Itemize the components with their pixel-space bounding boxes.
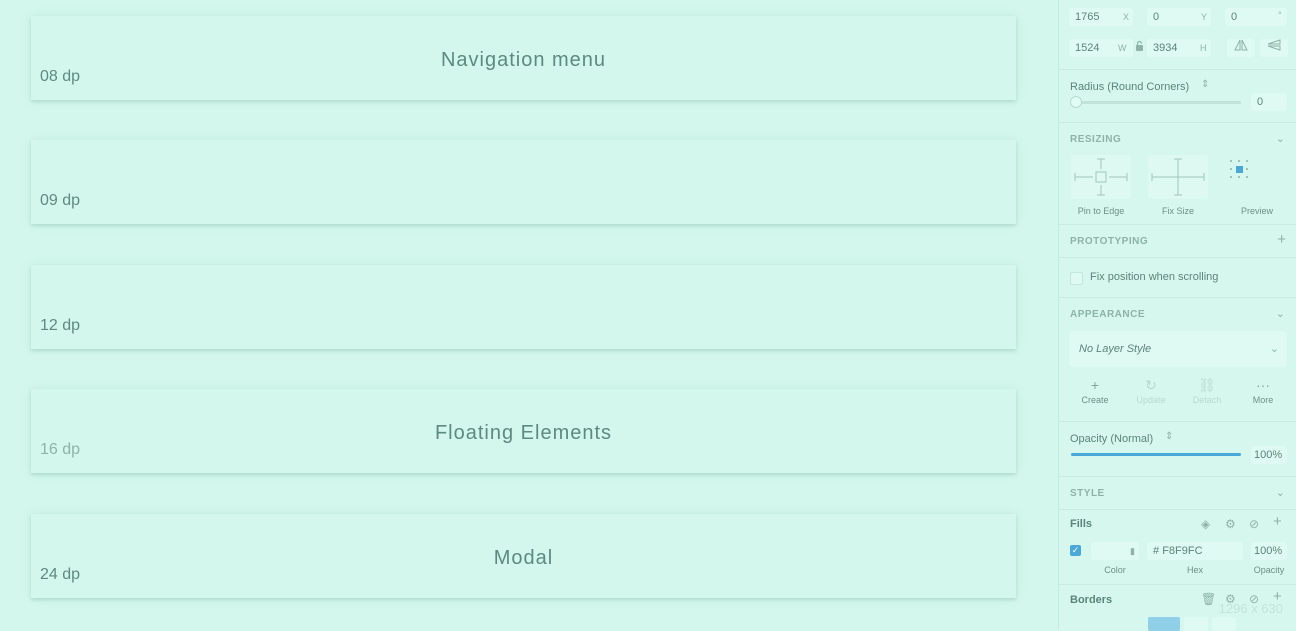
borders-label: Borders xyxy=(1070,594,1113,606)
add-prototyping-icon[interactable]: + xyxy=(1277,231,1286,248)
elevation-card-8dp[interactable]: Navigation menu 08 dp xyxy=(31,16,1016,100)
update-style-button[interactable]: ↻ Update xyxy=(1127,377,1175,405)
layers-icon[interactable]: ◈ xyxy=(1201,517,1210,531)
artboard-canvas[interactable]: Navigation menu 08 dp 09 dp 12 dp Floati… xyxy=(0,0,1058,630)
card-elevation-label: 08 dp xyxy=(40,68,81,85)
fix-position-checkbox[interactable] xyxy=(1070,272,1083,285)
w-suffix: W xyxy=(1118,43,1127,53)
flip-horizontal-button[interactable] xyxy=(1227,39,1255,57)
add-fill-icon[interactable]: + xyxy=(1273,513,1282,530)
elevation-card-12dp[interactable]: 12 dp xyxy=(31,265,1016,349)
border-position-inside-button[interactable] xyxy=(1148,617,1180,631)
refresh-icon: ↻ xyxy=(1145,377,1157,393)
blend-icon[interactable]: ⊘ xyxy=(1249,517,1259,531)
fix-size-control[interactable] xyxy=(1148,155,1208,199)
card-elevation-label: 12 dp xyxy=(40,317,81,334)
h-suffix: H xyxy=(1200,43,1207,53)
hex-value: F8F9FC xyxy=(1162,545,1203,557)
opacity-field[interactable]: 100% xyxy=(1251,446,1287,464)
lock-icon[interactable] xyxy=(1135,39,1144,57)
card-elevation-label: 16 dp xyxy=(40,441,81,458)
fill-opacity-field[interactable]: 100% xyxy=(1251,542,1287,560)
trash-icon[interactable]: 🗑 xyxy=(1201,592,1216,606)
style-header: STYLE xyxy=(1070,488,1105,499)
more-label: More xyxy=(1252,395,1274,405)
stepper-icon[interactable]: ⇕ xyxy=(1201,79,1209,90)
inspector-panel: 1765 X 0 Y 0 ° 1524 W 3934 H Radius (Rou… xyxy=(1058,0,1296,631)
stepper-icon[interactable]: ⇕ xyxy=(1165,431,1173,442)
size-overlay: 1296 x 630 xyxy=(1218,601,1283,616)
chevron-down-icon[interactable]: ⌄ xyxy=(1276,486,1285,499)
create-label: Create xyxy=(1081,395,1109,405)
card-title: Modal xyxy=(493,547,554,569)
fix-size-icon xyxy=(1148,158,1208,202)
preview-icon xyxy=(1229,159,1251,184)
more-style-button[interactable]: ··· More xyxy=(1239,377,1287,405)
preview-label: Preview xyxy=(1240,206,1273,216)
color-picker-icon: ▮ xyxy=(1130,546,1135,556)
border-position-outside-button[interactable] xyxy=(1212,617,1236,631)
resizing-header: RESIZING xyxy=(1070,134,1122,145)
appearance-header: APPEARANCE xyxy=(1070,309,1146,320)
radius-slider[interactable] xyxy=(1073,101,1241,104)
pin-to-edge-label: Pin to Edge xyxy=(1077,206,1125,216)
elevation-card-24dp[interactable]: Modal 24 dp xyxy=(31,514,1016,598)
flip-vertical-icon xyxy=(1267,39,1281,54)
appearance-section: APPEARANCE ⌄ No Layer Style ⌄ + Create ↻… xyxy=(1059,297,1296,477)
radius-slider-knob[interactable] xyxy=(1070,96,1082,108)
card-title: Floating Elements xyxy=(434,422,613,444)
x-suffix: X xyxy=(1123,12,1130,22)
elevation-card-9dp[interactable]: 09 dp xyxy=(31,140,1016,224)
create-style-button[interactable]: + Create xyxy=(1071,377,1119,405)
card-elevation-label: 09 dp xyxy=(40,192,81,209)
fill-enabled-checkbox[interactable]: ✓ xyxy=(1070,545,1081,556)
rotation-suffix: ° xyxy=(1278,10,1282,20)
card-elevation-label: 24 dp xyxy=(40,566,81,583)
opacity-slider-track[interactable] xyxy=(1071,453,1241,456)
radius-section: Radius (Round Corners) ⇕ 0 xyxy=(1059,69,1296,123)
opacity-slider-fill xyxy=(1071,453,1241,456)
layer-style-value: No Layer Style xyxy=(1079,343,1152,355)
fill-color-swatch[interactable]: ▮ xyxy=(1091,542,1139,560)
radius-label: Radius (Round Corners) xyxy=(1070,81,1190,93)
chevron-down-icon[interactable]: ⌄ xyxy=(1276,307,1285,320)
prototyping-section: PROTOTYPING + Fix position when scrollin… xyxy=(1059,224,1296,298)
hex-caption: Hex xyxy=(1186,565,1203,575)
resizing-section: RESIZING ⌄ Pin to Edge Fix Size Preview xyxy=(1059,122,1296,225)
pin-to-edge-icon xyxy=(1071,158,1131,202)
chevron-down-icon[interactable]: ⌄ xyxy=(1276,132,1285,145)
pin-to-edge-control[interactable] xyxy=(1071,155,1131,199)
detach-style-button[interactable]: ⛓ Detach xyxy=(1183,377,1231,405)
border-position-center-button[interactable] xyxy=(1184,617,1208,631)
detach-icon: ⛓ xyxy=(1198,377,1216,393)
card-title: Navigation menu xyxy=(440,49,607,71)
opacity-caption: Opacity xyxy=(1253,565,1285,575)
fill-hex-field[interactable]: # F8F9FC xyxy=(1147,542,1243,560)
fix-position-label: Fix position when scrolling xyxy=(1090,271,1219,283)
prototyping-header: PROTOTYPING xyxy=(1070,236,1149,247)
elevation-card-16dp[interactable]: Floating Elements 16 dp xyxy=(31,389,1016,473)
flip-vertical-button[interactable] xyxy=(1260,39,1288,57)
gear-icon[interactable]: ⚙ xyxy=(1225,517,1236,531)
opacity-label: Opacity (Normal) xyxy=(1070,433,1154,445)
plus-icon: + xyxy=(1090,377,1100,393)
layer-style-select[interactable]: No Layer Style ⌄ xyxy=(1069,331,1287,367)
flip-horizontal-icon xyxy=(1234,39,1248,54)
update-label: Update xyxy=(1136,395,1166,405)
color-caption: Color xyxy=(1104,565,1126,575)
radius-field[interactable]: 0 xyxy=(1251,93,1287,111)
fills-label: Fills xyxy=(1070,518,1093,530)
hex-prefix: # xyxy=(1153,545,1160,557)
more-icon: ··· xyxy=(1256,377,1270,393)
fix-size-label: Fix Size xyxy=(1161,206,1194,216)
detach-label: Detach xyxy=(1192,395,1222,405)
chevron-down-icon: ⌄ xyxy=(1269,343,1279,355)
y-suffix: Y xyxy=(1201,12,1208,22)
